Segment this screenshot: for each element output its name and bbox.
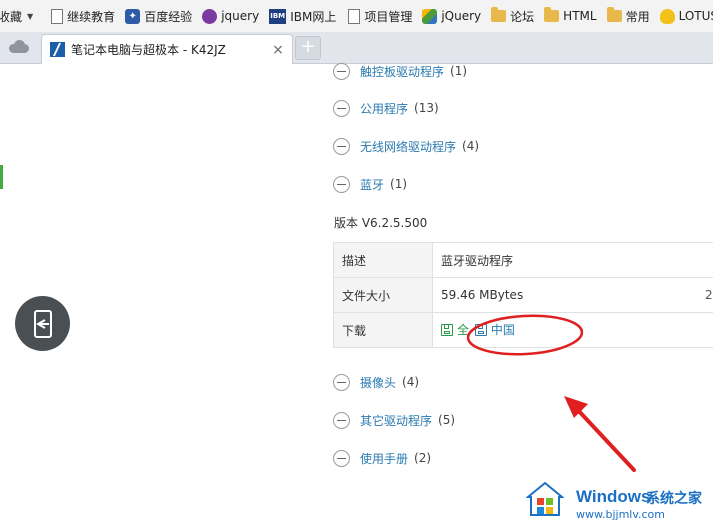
folder-icon [606,7,622,22]
save-icon [441,323,453,336]
arrow-head [564,396,588,418]
bookmark-item[interactable]: LOTUS [659,0,713,32]
page-icon [348,8,361,24]
bookmark-label: 论坛 [510,9,535,24]
new-tab-button[interactable]: + [295,36,321,60]
bookmark-label: 项目管理 [364,9,413,24]
driver-version: 版本 V6.2.5.500 [334,216,428,230]
table-key-download: 下载 [333,312,433,348]
category-item[interactable]: 摄像头 (4) [333,372,419,392]
bookmarks-bar: 收藏 ▼ 继续教育 ✦ 百度经验 jquery IBM IBM网上 项目管理 j… [0,0,713,32]
category-item[interactable]: 使用手册 (2) [333,448,431,468]
collapse-icon[interactable] [333,137,350,155]
bookmark-label: HTML [563,9,597,23]
category-item[interactable]: 触控板驱动程序 (1) [333,61,467,81]
collapse-icon[interactable] [333,99,350,117]
page-icon [51,8,64,24]
category-count: (1) [450,64,468,78]
tab-bar: 笔记本电脑与超极本 - K42JZ × + [0,32,713,64]
paw-icon: ✦ [125,8,141,24]
cloud-icon[interactable] [9,40,29,53]
bookmark-favorites[interactable]: 收藏 ▼ [0,0,39,32]
collapse-icon[interactable] [333,449,350,467]
category-count: (4) [462,139,480,153]
driver-info-table: 描述 蓝牙驱动程序 文件大小 59.46 MBytes 2 下载 全 中国 [333,242,713,348]
arrow-shaft [574,406,636,472]
bookmark-label: LOTUS [678,9,713,23]
collapse-icon[interactable] [333,373,350,391]
table-row: 描述 蓝牙驱动程序 [333,242,713,278]
folder-icon [491,7,507,22]
bookmark-label: jquery [221,9,260,23]
ibm-icon: IBM [269,8,287,24]
bookmark-folder[interactable]: 论坛 [491,0,534,32]
bookmark-item[interactable]: jQuery [422,0,481,32]
category-item[interactable]: 公用程序 (13) [333,98,439,118]
download-global-link[interactable]: 全 [441,321,469,338]
category-label[interactable]: 触控板驱动程序 [360,63,444,80]
category-label[interactable]: 摄像头 [360,374,396,391]
category-label[interactable]: 其它驱动程序 [360,412,432,429]
truncated-value: 2 [705,288,713,302]
category-count: (13) [414,101,439,115]
category-label[interactable]: 使用手册 [360,450,408,467]
bookmark-item[interactable]: jquery [202,0,259,32]
category-item[interactable]: 其它驱动程序 (5) [333,410,455,430]
table-key-filesize: 文件大小 [333,277,433,313]
windows-logo-icon [526,481,564,516]
download-china-label: 中国 [490,323,515,338]
category-label[interactable]: 公用程序 [360,100,408,117]
category-count: (1) [390,177,408,191]
bookmark-label: 继续教育 [67,9,116,24]
watermark: Windows 系统之家 www.bjjmlv.com [524,475,713,528]
float-switch-button[interactable] [15,296,70,351]
bookmark-label: 收藏 [0,9,23,24]
bookmark-item[interactable]: 项目管理 [346,0,412,32]
phone-switch-icon [34,310,52,338]
category-count: (5) [438,413,456,427]
category-item[interactable]: 无线网络驱动程序 (4) [333,136,479,156]
bookmark-folder[interactable]: 常用 [606,0,650,32]
gear-icon [202,8,218,24]
jquery-icon [422,8,438,24]
bookmark-label: jQuery [441,9,482,23]
sidebar-edge-indicator [0,165,3,189]
folder-icon [544,7,560,22]
download-global-label: 全 [457,323,470,338]
lotus-icon [659,8,675,24]
collapse-icon[interactable] [333,175,350,193]
table-value-description: 蓝牙驱动程序 [432,242,713,278]
asus-favicon-icon [50,42,65,57]
watermark-url: www.bjjmlv.com [576,508,665,521]
bookmark-label: IBM网上 [290,9,337,24]
tab-title: 笔记本电脑与超极本 - K42JZ [71,43,226,57]
category-count: (2) [414,451,432,465]
bookmark-item[interactable]: 继续教育 [49,0,115,32]
watermark-cn: 系统之家 [646,491,702,507]
table-value-download: 全 中国 [432,312,713,348]
table-row: 下载 全 中国 [333,312,713,348]
category-label[interactable]: 蓝牙 [360,176,384,193]
bookmark-item[interactable]: IBM IBM网上 [269,0,336,32]
category-label[interactable]: 无线网络驱动程序 [360,138,456,155]
close-tab-icon[interactable]: × [270,42,286,58]
dropdown-arrow-icon: ▼ [27,11,34,21]
bookmark-label: 百度经验 [144,9,193,24]
collapse-icon[interactable] [333,411,350,429]
category-item-bluetooth[interactable]: 蓝牙 (1) [333,174,407,194]
table-value-filesize: 59.46 MBytes 2 [432,277,713,313]
bookmark-folder[interactable]: HTML [544,0,597,32]
tab-active[interactable]: 笔记本电脑与超极本 - K42JZ × [41,34,293,64]
bookmark-item[interactable]: ✦ 百度经验 [125,0,192,32]
watermark-brand: Windows [576,487,651,506]
category-count: (4) [402,375,420,389]
download-china-link[interactable]: 中国 [474,321,515,338]
table-row: 文件大小 59.46 MBytes 2 [333,277,713,313]
collapse-icon[interactable] [333,62,350,80]
filesize-value: 59.46 MBytes [441,288,524,302]
save-icon [474,323,487,336]
table-key-description: 描述 [333,242,433,278]
bookmark-label: 常用 [625,9,650,24]
